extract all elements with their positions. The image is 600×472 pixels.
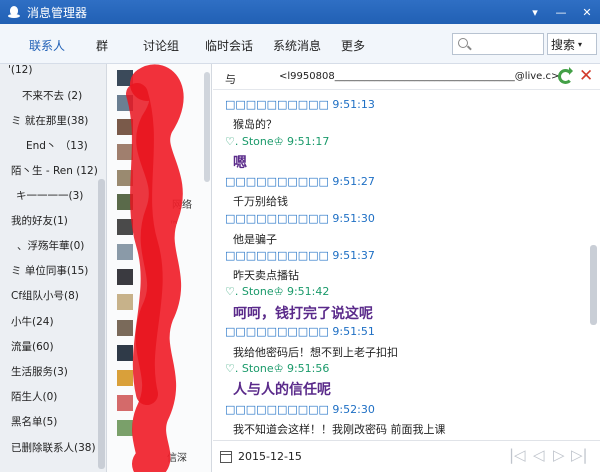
tab-discussions[interactable]: 讨论组 bbox=[143, 37, 179, 54]
message-header: ♡. Stone♔ 9:51:56 bbox=[225, 362, 330, 375]
delete-icon[interactable]: ✕ bbox=[579, 66, 593, 86]
message-body: 我不知道会这样！！我刚改密码 前面我上课 bbox=[233, 423, 446, 436]
contact-group-item[interactable]: 已删除联系人(38) bbox=[11, 440, 96, 455]
first-page-button[interactable]: |◁ bbox=[509, 446, 526, 464]
contact-list-scrollbar[interactable] bbox=[98, 179, 105, 469]
chat-header: 与 <l9950808_____________________________… bbox=[213, 64, 600, 90]
chat-contact-address: <l9950808_______________________________… bbox=[279, 71, 560, 82]
close-window-button[interactable]: ✕ bbox=[574, 0, 600, 24]
chat-scrollbar[interactable] bbox=[590, 245, 597, 325]
contact-group-item[interactable]: 、浮殇年華(0) bbox=[17, 238, 84, 253]
message-body: 嗯 bbox=[233, 155, 247, 171]
history-date[interactable]: 2015-12-15 bbox=[238, 450, 302, 463]
message-header: □□□□□□□□□□ 9:52:30 bbox=[225, 403, 375, 416]
previous-page-button[interactable]: ◁ bbox=[533, 446, 545, 464]
title-bar: 消息管理器 ▾ — ✕ bbox=[0, 0, 600, 24]
message-body: 昨天卖点播钻 bbox=[233, 269, 299, 282]
message-header: □□□□□□□□□□ 9:51:30 bbox=[225, 212, 375, 225]
search-input[interactable] bbox=[473, 36, 541, 52]
toolbar: 联系人 群 讨论组 临时会话 系统消息 更多 搜索 ▾ bbox=[0, 24, 600, 64]
tab-temp-sessions[interactable]: 临时会话 bbox=[205, 37, 253, 54]
window-title: 消息管理器 bbox=[27, 5, 88, 20]
contact-group-item[interactable]: '(12) bbox=[8, 64, 32, 76]
friend-list: 网络 ™ 信深 bbox=[107, 64, 212, 472]
message-body: 他是骗子 bbox=[233, 233, 277, 246]
chevron-down-icon: ▾ bbox=[578, 39, 583, 49]
search-button-label: 搜索 bbox=[551, 37, 576, 52]
message-body: 我给他密码后！想不到上老子扣扣 bbox=[233, 346, 398, 359]
refresh-icon[interactable] bbox=[558, 67, 573, 84]
message-header: □□□□□□□□□□ 9:51:37 bbox=[225, 249, 375, 262]
calendar-icon[interactable] bbox=[220, 451, 232, 463]
minimize-button[interactable]: — bbox=[548, 0, 574, 24]
search-button[interactable]: 搜索 ▾ bbox=[547, 33, 597, 55]
contact-group-item[interactable]: 陌生人(0) bbox=[11, 389, 57, 404]
contact-group-item[interactable]: 不来不去 (2) bbox=[22, 88, 82, 103]
message-header: □□□□□□□□□□ 9:51:27 bbox=[225, 175, 375, 188]
contact-group-item[interactable]: 流量(60) bbox=[11, 339, 54, 354]
redaction-scribble bbox=[126, 64, 184, 472]
contact-group-item[interactable]: 陌丶生 - Ren (12) bbox=[11, 163, 98, 178]
contact-group-item[interactable]: 生活服务(3) bbox=[11, 364, 68, 379]
contact-group-item[interactable]: ミ 单位同事(15) bbox=[11, 263, 88, 278]
menu-dropdown-button[interactable]: ▾ bbox=[522, 0, 548, 24]
message-header: □□□□□□□□□□ 9:51:51 bbox=[225, 325, 375, 338]
chat-history: □□□□□□□□□□ 9:51:13 猴岛的？ ♡. Stone♔ 9:51:1… bbox=[213, 90, 590, 440]
contact-group-list: '(12) 不来不去 (2) ミ 就在那里(38) End丶 （13) 陌丶生 … bbox=[0, 64, 107, 472]
message-body: 人与人的信任呢 bbox=[233, 382, 331, 398]
next-page-button[interactable]: ▷ bbox=[553, 446, 565, 464]
tab-more[interactable]: 更多 bbox=[341, 37, 365, 54]
chat-with-label: 与 bbox=[225, 73, 236, 86]
contact-group-item[interactable]: 我的好友(1) bbox=[11, 213, 68, 228]
contact-group-item[interactable]: 小牛(24) bbox=[11, 314, 54, 329]
message-body: 千万别给钱 bbox=[233, 195, 288, 208]
message-body: 猴岛的？ bbox=[233, 118, 277, 131]
contact-group-item[interactable]: End丶 （13) bbox=[26, 138, 88, 153]
message-header: ♡. Stone♔ 9:51:42 bbox=[225, 285, 330, 298]
contact-group-item[interactable]: Cf组队小号(8) bbox=[11, 288, 79, 303]
search-box[interactable] bbox=[452, 33, 544, 55]
contact-group-item[interactable]: キ一一一一(3) bbox=[16, 188, 83, 203]
message-header: ♡. Stone♔ 9:51:17 bbox=[225, 135, 330, 148]
contact-group-item[interactable]: 黑名单(5) bbox=[11, 414, 57, 429]
tab-system-messages[interactable]: 系统消息 bbox=[273, 37, 321, 54]
search-icon bbox=[458, 38, 468, 48]
last-page-button[interactable]: ▷| bbox=[571, 446, 588, 464]
tab-groups[interactable]: 群 bbox=[96, 37, 108, 54]
message-header: □□□□□□□□□□ 9:51:13 bbox=[225, 98, 375, 111]
contact-group-item[interactable]: ミ 就在那里(38) bbox=[11, 113, 88, 128]
tab-contacts[interactable]: 联系人 bbox=[29, 37, 65, 54]
message-body: 呵呵，钱打完了说这呢 bbox=[233, 306, 373, 322]
qq-logo-icon bbox=[7, 5, 21, 19]
chat-footer: 2015-12-15 |◁ ◁ ▷ ▷| bbox=[213, 440, 600, 472]
